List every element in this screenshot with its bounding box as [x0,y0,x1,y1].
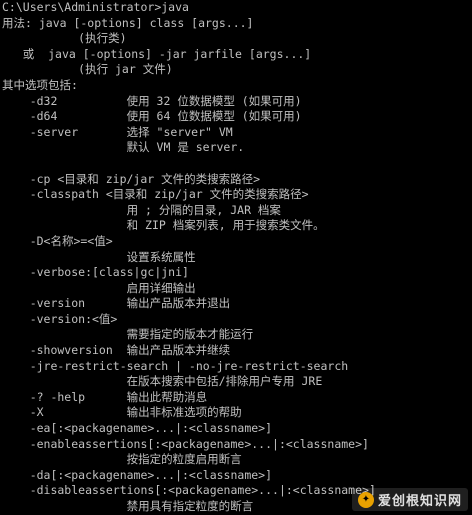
console-line: C:\Users\Administrator>java [2,0,189,14]
console-line: 用 ; 分隔的目录, JAR 档案 [2,202,281,217]
console-line: 和 ZIP 档案列表, 用于搜索类文件。 [2,218,325,233]
console-line: -jre-restrict-search | -no-jre-restrict-… [2,358,349,373]
console-line: -cp <目录和 zip/jar 文件的类搜索路径> [2,171,261,186]
console-line: -server 选择 "server" VM [2,124,233,139]
console-line: -d64 使用 64 位数据模型 (如果可用) [2,109,302,124]
console-line: -version 输出产品版本并退出 [2,296,231,311]
console-line: 需要指定的版本才能运行 [2,327,254,342]
watermark-logo-icon: ✦ [357,491,374,508]
site-watermark: ✦ 爱创根知识网 [351,488,468,511]
console-line: -d32 使用 32 位数据模型 (如果可用) [2,93,302,108]
console-line: 用法: java [-options] class [args...] [2,15,254,30]
console-line: -X 输出非标准选项的帮助 [2,405,242,420]
console-line: -enableassertions[:<packagename>...|:<cl… [2,436,369,451]
console-line: 按指定的粒度启用断言 [2,452,242,467]
console-line: 其中选项包括: [2,77,78,92]
console-line: 默认 VM 是 server. [2,140,245,155]
console-line: -classpath <目录和 zip/jar 文件的类搜索路径> [2,187,309,202]
console-line: -version:<值> [2,311,118,326]
console-line: (执行 jar 文件) [2,62,173,77]
console-line: -showversion 输出产品版本并继续 [2,343,231,358]
console-line: 或 java [-options] -jar jarfile [args...] [2,46,312,61]
console-line: -D<名称>=<值> [2,233,113,248]
console-line: -da[:<packagename>...|:<classname>] [2,467,273,482]
console-line: 在版本搜索中包括/排除用户专用 JRE [2,374,323,389]
console-line: 设置系统属性 [2,249,196,264]
console-line: (执行类) [2,31,127,46]
console-line: -ea[:<packagename>...|:<classname>] [2,421,273,436]
console-line: -verbose:[class|gc|jni] [2,265,189,280]
console-line: 启用详细输出 [2,280,196,295]
watermark-text: 爱创根知识网 [377,494,462,509]
console-window[interactable]: C:\Users\Administrator>java 用法: java [-o… [0,0,472,513]
console-line: -? -help 输出此帮助消息 [2,389,208,404]
